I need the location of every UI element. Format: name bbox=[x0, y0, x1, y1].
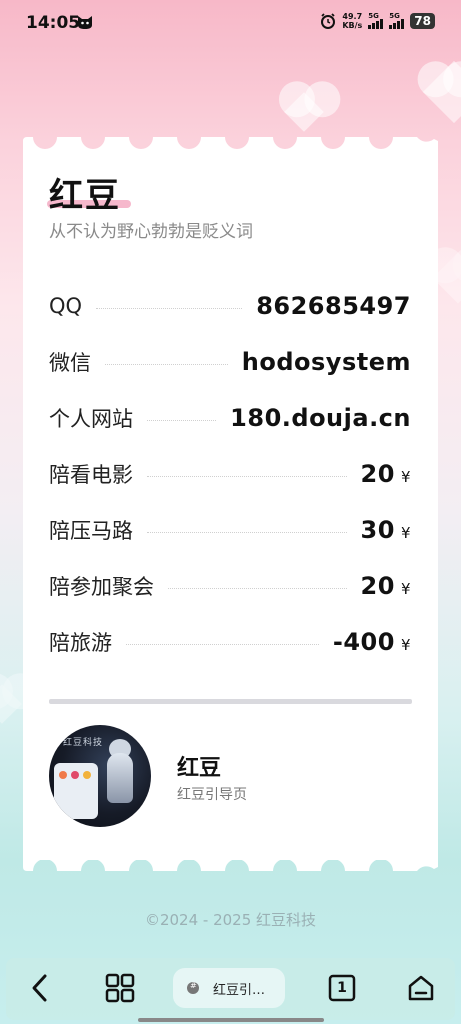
tab-count: 1 bbox=[337, 980, 347, 996]
row-leader bbox=[147, 475, 347, 477]
row-leader bbox=[147, 531, 347, 533]
row-label: 微信 bbox=[49, 351, 91, 375]
row-label: QQ bbox=[49, 294, 83, 318]
info-row-movie: 陪看电影 20 ¥ bbox=[49, 456, 411, 492]
status-time: 14:05 bbox=[26, 13, 81, 33]
row-value-text: 180.douja.cn bbox=[230, 404, 411, 432]
network-speed-unit: KB/s bbox=[342, 21, 363, 30]
avatar[interactable]: 红豆科技 bbox=[49, 725, 151, 827]
browser-bottom-nav: 红豆引… 1 bbox=[6, 958, 455, 1020]
signal-sim1-icon: 5G bbox=[368, 12, 384, 29]
row-label: 陪压马路 bbox=[49, 519, 133, 543]
back-button[interactable] bbox=[24, 966, 56, 1010]
tabs-button[interactable]: 1 bbox=[324, 966, 360, 1010]
row-label: 陪旅游 bbox=[49, 631, 112, 655]
row-leader bbox=[96, 307, 243, 309]
current-tab[interactable]: 红豆引… bbox=[173, 968, 285, 1008]
sim1-label: 5G bbox=[368, 12, 379, 20]
heart-decoration-icon bbox=[0, 684, 22, 724]
row-leader bbox=[168, 587, 347, 589]
copyright-footer: ©2024 - 2025 红豆科技 bbox=[144, 911, 317, 929]
avatar-dot bbox=[59, 771, 67, 779]
info-row-walk: 陪压马路 30 ¥ bbox=[49, 512, 411, 548]
avatar-caption: 红豆科技 bbox=[63, 738, 104, 748]
row-label: 陪看电影 bbox=[49, 463, 133, 487]
page-title: 红豆 bbox=[49, 176, 121, 216]
status-bar: 14:05 49.7 KB/s 5G 5G 78 bbox=[0, 0, 461, 48]
info-row-website: 个人网站 180.douja.cn bbox=[49, 400, 411, 436]
profile-name[interactable]: 红豆 bbox=[177, 750, 221, 782]
row-value: 20 ¥ bbox=[361, 572, 411, 600]
home-indicator[interactable] bbox=[138, 1018, 324, 1022]
website-link[interactable]: 180.douja.cn bbox=[230, 404, 411, 432]
currency-unit: ¥ bbox=[400, 524, 411, 542]
row-value-text: hodosystem bbox=[241, 348, 411, 376]
info-row-travel: 陪旅游 -400 ¥ bbox=[49, 624, 411, 660]
row-leader bbox=[105, 363, 228, 365]
sim2-label: 5G bbox=[389, 12, 400, 20]
row-value[interactable]: hodosystem bbox=[242, 348, 411, 376]
site-favicon-icon bbox=[187, 981, 199, 994]
row-leader bbox=[147, 419, 217, 421]
current-tab-label: 红豆引… bbox=[213, 982, 266, 998]
page-subtitle: 从不认为野心勃勃是贬义词 bbox=[49, 222, 253, 242]
row-value-text: 20 bbox=[360, 572, 395, 600]
apps-button[interactable] bbox=[102, 966, 138, 1010]
home-icon bbox=[408, 975, 434, 1001]
home-button[interactable] bbox=[404, 966, 438, 1010]
section-divider bbox=[49, 699, 412, 704]
row-value-text: 30 bbox=[360, 516, 395, 544]
alarm-clock-icon bbox=[321, 13, 336, 29]
back-icon bbox=[32, 974, 47, 1002]
card-bottom-scallop bbox=[23, 855, 438, 871]
info-row-party: 陪参加聚会 20 ¥ bbox=[49, 568, 411, 604]
info-row-qq: QQ 862685497 bbox=[49, 288, 411, 324]
row-label: 陪参加聚会 bbox=[49, 575, 154, 599]
row-leader bbox=[126, 643, 319, 645]
signal-sim2-icon: 5G bbox=[389, 12, 405, 29]
row-label: 个人网站 bbox=[49, 407, 133, 431]
avatar-dot bbox=[83, 771, 91, 779]
astronaut-image bbox=[107, 753, 133, 803]
row-value: 20 ¥ bbox=[361, 460, 411, 488]
row-value: -400 ¥ bbox=[333, 628, 411, 656]
network-speed-value: 49.7 bbox=[342, 12, 363, 21]
row-value-text: 20 bbox=[360, 460, 395, 488]
heart-decoration-icon bbox=[284, 92, 324, 132]
cat-notification-icon bbox=[78, 16, 92, 29]
apps-grid-icon bbox=[105, 973, 135, 1003]
row-value-text: -400 bbox=[332, 628, 395, 656]
info-row-wechat: 微信 hodosystem bbox=[49, 344, 411, 380]
profile-description[interactable]: 红豆引导页 bbox=[177, 784, 247, 804]
row-value[interactable]: 862685497 bbox=[256, 292, 411, 320]
currency-unit: ¥ bbox=[400, 468, 411, 486]
network-speed: 49.7 KB/s bbox=[342, 12, 362, 30]
row-value: 30 ¥ bbox=[361, 516, 411, 544]
row-value-text: 862685497 bbox=[256, 292, 411, 320]
avatar-dot bbox=[71, 771, 79, 779]
battery-level: 78 bbox=[410, 13, 435, 29]
heart-decoration-icon bbox=[422, 60, 461, 124]
currency-unit: ¥ bbox=[400, 580, 411, 598]
status-indicators: 49.7 KB/s 5G 5G 78 bbox=[320, 12, 435, 30]
currency-unit: ¥ bbox=[400, 636, 411, 654]
